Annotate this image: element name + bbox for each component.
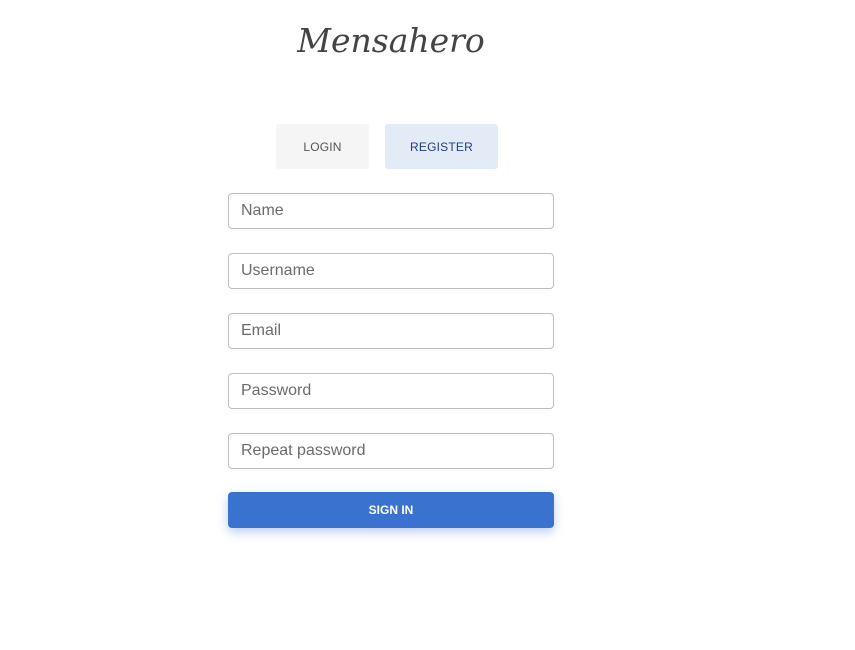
sign-in-button[interactable]: SIGN IN — [228, 492, 554, 528]
email-field[interactable] — [228, 313, 554, 349]
tab-register[interactable]: REGISTER — [385, 124, 498, 169]
tab-login[interactable]: LOGIN — [276, 124, 369, 169]
password-field[interactable] — [228, 373, 554, 409]
auth-tabs: LOGIN REGISTER — [276, 124, 498, 169]
name-field[interactable] — [228, 193, 554, 229]
register-form: SIGN IN — [228, 193, 554, 528]
username-field[interactable] — [228, 253, 554, 289]
app-title: Mensahero — [297, 21, 485, 60]
repeat-password-field[interactable] — [228, 433, 554, 469]
